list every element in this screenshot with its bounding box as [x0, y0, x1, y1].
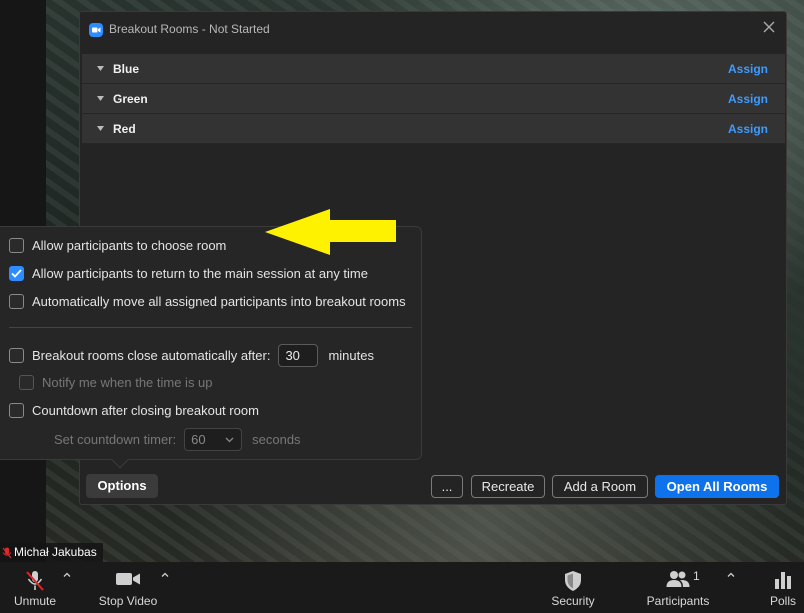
participant-name-tag: Michał Jakubas: [0, 543, 103, 562]
option-label: Breakout rooms close automatically after…: [32, 348, 271, 363]
stop-video-label: Stop Video: [98, 594, 158, 608]
countdown-checkbox[interactable]: [9, 403, 24, 418]
option-auto-move[interactable]: Automatically move all assigned particip…: [9, 294, 406, 309]
more-button[interactable]: ...: [431, 475, 463, 498]
notify-checkbox: [19, 375, 34, 390]
mic-muted-icon: [2, 547, 12, 558]
chevron-up-icon[interactable]: [62, 570, 72, 580]
option-allow-return[interactable]: Allow participants to return to the main…: [9, 266, 368, 281]
countdown-timer-select: 60: [184, 428, 243, 451]
room-name: Blue: [113, 62, 140, 76]
meeting-toolbar: Unmute Stop Video Security 1 Participant…: [0, 562, 804, 613]
recreate-button[interactable]: Recreate: [471, 475, 545, 498]
seconds-unit: seconds: [252, 432, 301, 447]
security-label: Security: [551, 594, 595, 608]
dialog-title-bar[interactable]: Breakout Rooms - Not Started: [80, 12, 786, 46]
polls-label: Polls: [769, 594, 796, 608]
stop-video-button[interactable]: Stop Video: [94, 562, 162, 613]
expand-triangle-icon[interactable]: [97, 96, 104, 102]
video-camera-icon: [116, 573, 140, 585]
zoom-app-icon: [89, 23, 103, 37]
open-all-rooms-button[interactable]: Open All Rooms: [655, 475, 779, 498]
options-button[interactable]: Options: [86, 474, 158, 498]
polls-button[interactable]: Polls: [764, 562, 802, 613]
assign-link[interactable]: Assign: [728, 122, 768, 136]
option-label: Set countdown timer:: [54, 432, 177, 447]
chevron-up-icon[interactable]: [726, 570, 736, 580]
mic-muted-icon: [26, 571, 44, 591]
close-icon[interactable]: [762, 20, 776, 34]
room-row-green[interactable]: Green Assign: [82, 84, 785, 114]
assign-link[interactable]: Assign: [728, 62, 768, 76]
participants-label: Participants: [646, 594, 710, 608]
shield-icon: [565, 571, 581, 591]
assign-link[interactable]: Assign: [728, 92, 768, 106]
chevron-up-icon[interactable]: [160, 570, 170, 580]
select-value: 60: [191, 432, 206, 447]
participant-name: Michał Jakubas: [14, 545, 97, 559]
option-label: Automatically move all assigned particip…: [32, 294, 406, 309]
options-divider: [9, 327, 412, 328]
room-list: Blue Assign Green Assign Red Assign: [82, 54, 785, 144]
option-label: Allow participants to choose room: [32, 238, 227, 253]
people-icon: [666, 571, 690, 587]
allow-choose-checkbox[interactable]: [9, 238, 24, 253]
auto-close-minutes-input[interactable]: 30: [278, 344, 319, 367]
check-icon: [11, 269, 22, 278]
option-allow-choose-room[interactable]: Allow participants to choose room: [9, 238, 226, 253]
participants-count: 1: [693, 569, 700, 583]
dialog-title: Breakout Rooms - Not Started: [109, 22, 270, 36]
add-room-button[interactable]: Add a Room: [552, 475, 648, 498]
chevron-down-icon: [225, 437, 234, 443]
room-row-blue[interactable]: Blue Assign: [82, 54, 785, 84]
unmute-button[interactable]: Unmute: [6, 562, 64, 613]
participants-button[interactable]: 1 Participants: [642, 562, 714, 613]
option-label: Countdown after closing breakout room: [32, 403, 259, 418]
bar-chart-icon: [775, 572, 791, 589]
unmute-label: Unmute: [13, 594, 57, 608]
annotation-arrow-icon: [265, 209, 396, 255]
room-name: Red: [113, 122, 136, 136]
expand-triangle-icon[interactable]: [97, 66, 104, 72]
option-label: Allow participants to return to the main…: [32, 266, 368, 281]
auto-move-checkbox[interactable]: [9, 294, 24, 309]
allow-return-checkbox[interactable]: [9, 266, 24, 281]
option-notify: Notify me when the time is up: [19, 375, 213, 390]
option-countdown[interactable]: Countdown after closing breakout room: [9, 403, 259, 418]
option-label: Notify me when the time is up: [42, 375, 213, 390]
auto-close-checkbox[interactable]: [9, 348, 24, 363]
option-auto-close[interactable]: Breakout rooms close automatically after…: [9, 344, 374, 367]
minutes-unit: minutes: [328, 348, 374, 363]
options-panel: Allow participants to choose room Allow …: [0, 226, 422, 469]
room-row-red[interactable]: Red Assign: [82, 114, 785, 144]
security-button[interactable]: Security: [544, 562, 602, 613]
expand-triangle-icon[interactable]: [97, 126, 104, 132]
room-name: Green: [113, 92, 148, 106]
option-countdown-timer: Set countdown timer: 60 seconds: [54, 428, 301, 451]
